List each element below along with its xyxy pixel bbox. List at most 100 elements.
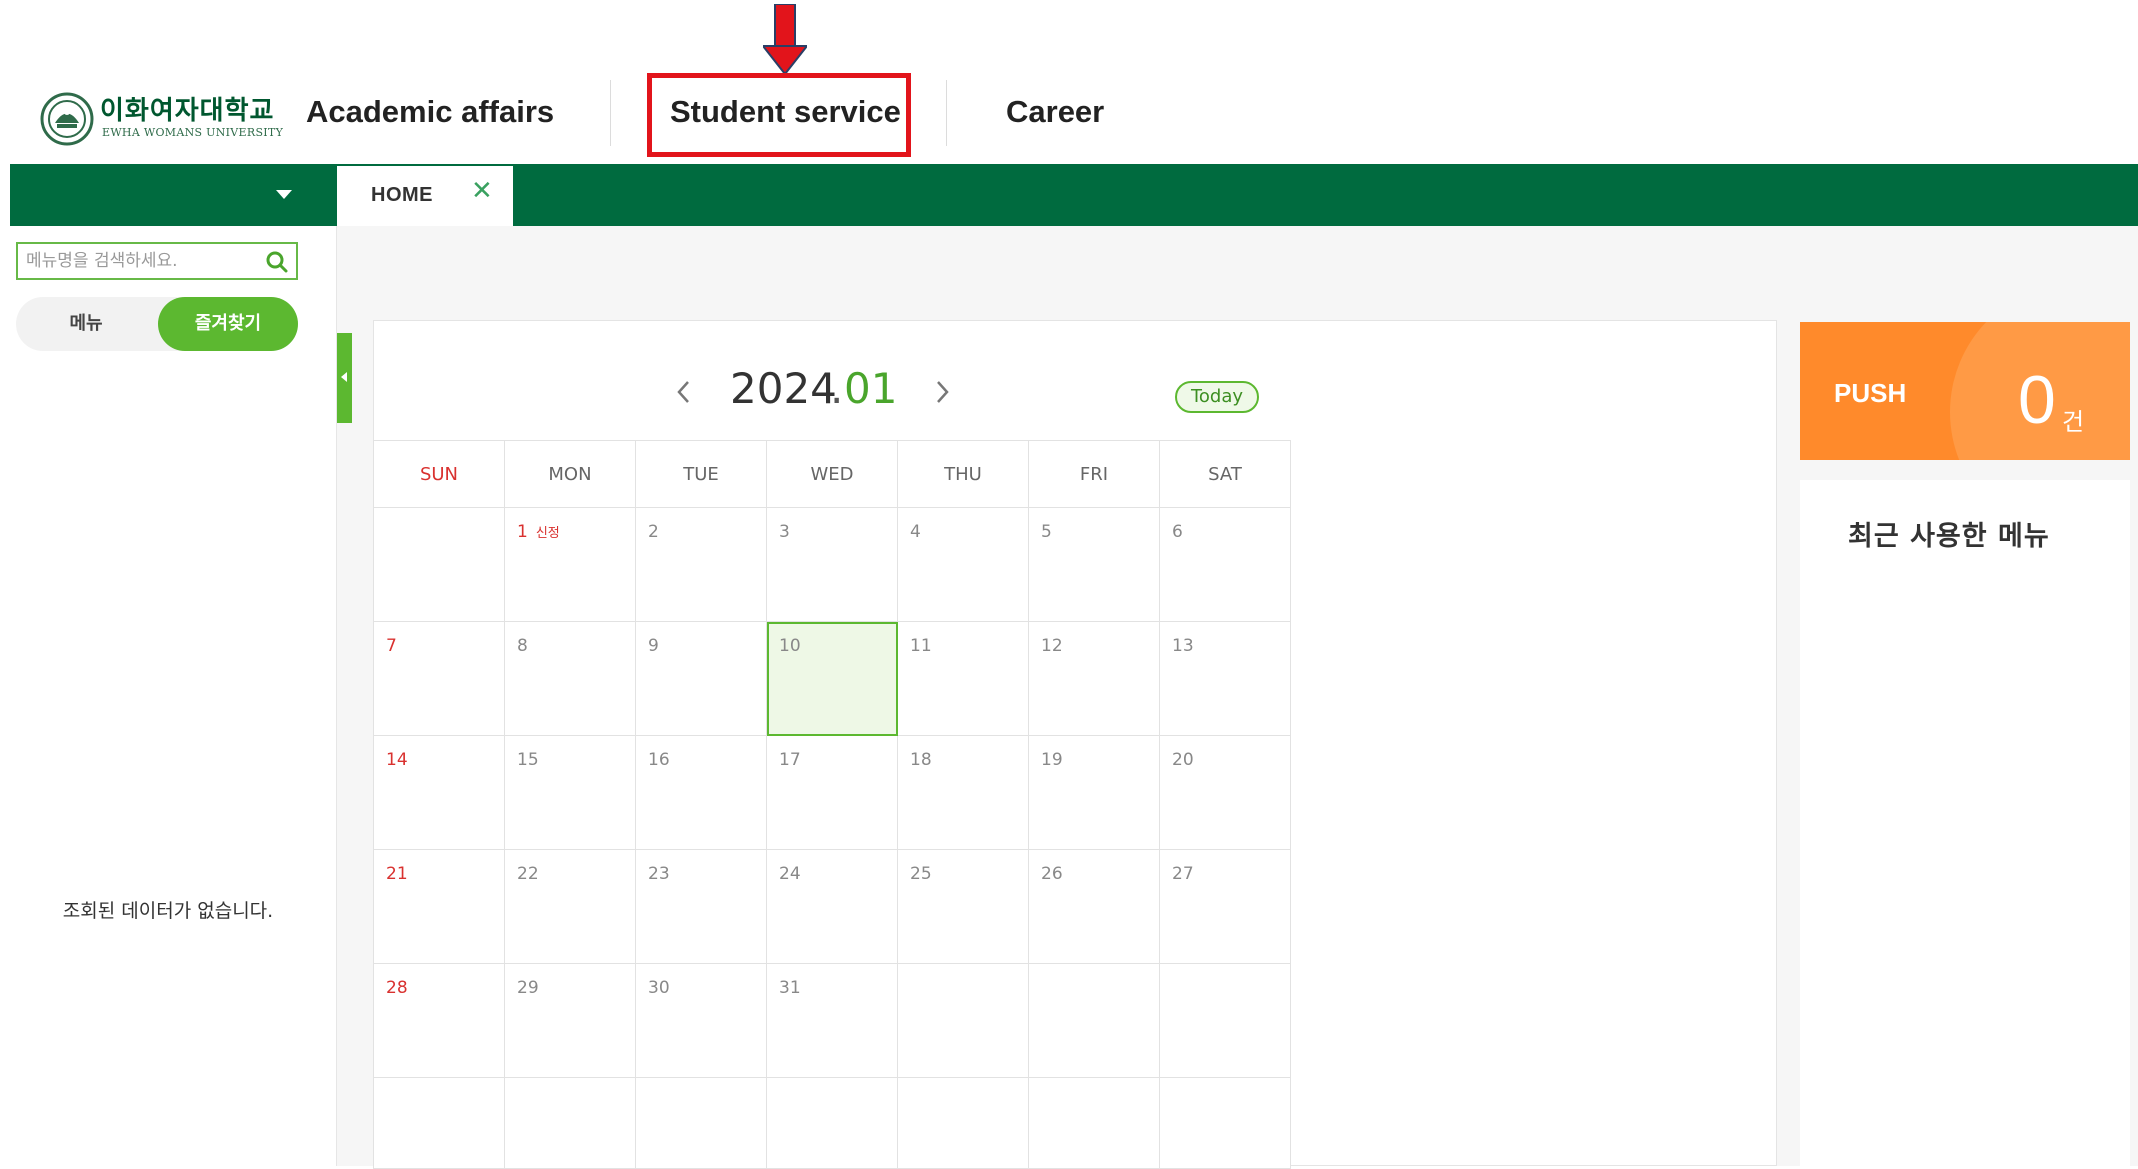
down-arrow-annotation-icon [763, 4, 807, 76]
calendar-day[interactable]: 21 [373, 849, 505, 964]
day-number: 2 [648, 522, 659, 542]
calendar-day[interactable]: 15 [504, 735, 636, 850]
day-number: 22 [517, 864, 539, 884]
nav-academic-affairs[interactable]: Academic affairs [306, 94, 554, 130]
calendar-day-empty [897, 963, 1029, 1078]
calendar-day[interactable]: 2 [635, 507, 767, 622]
push-count-unit: 건 [2062, 408, 2085, 436]
day-number: 20 [1172, 750, 1194, 770]
tab-home[interactable]: HOME ✕ [337, 166, 513, 226]
calendar-day[interactable]: 19 [1028, 735, 1160, 850]
day-number: 9 [648, 636, 659, 656]
day-number: 27 [1172, 864, 1194, 884]
sidebar [0, 226, 337, 1166]
day-number: 8 [517, 636, 528, 656]
empty-data-message: 조회된 데이터가 없습니다. [62, 900, 274, 922]
logo-korean-name: 이화여자대학교 [100, 96, 275, 126]
weekday-tue: TUE [635, 440, 767, 508]
day-number: 25 [910, 864, 932, 884]
day-number: 14 [386, 750, 408, 770]
caret-down-icon[interactable] [276, 190, 292, 199]
recent-menu-panel: 최근 사용한 메뉴 [1800, 480, 2130, 1166]
calendar-day[interactable]: 7 [373, 621, 505, 736]
calendar-grid: SUN MON TUE WED THU FRI SAT 1 신정 2 3 4 5 … [373, 440, 1291, 1169]
menu-search-box [16, 242, 298, 280]
day-number: 21 [386, 864, 408, 884]
calendar-day[interactable]: 11 [897, 621, 1029, 736]
day-number: 16 [648, 750, 670, 770]
calendar-day-empty [897, 1077, 1029, 1169]
calendar-day-empty [1159, 963, 1291, 1078]
calendar-day-empty [1028, 1077, 1160, 1169]
day-number: 1 [517, 522, 528, 542]
calendar-day[interactable]: 16 [635, 735, 767, 850]
day-number: 17 [779, 750, 801, 770]
calendar-day[interactable]: 14 [373, 735, 505, 850]
calendar-day[interactable]: 20 [1159, 735, 1291, 850]
weekday-header-row: SUN MON TUE WED THU FRI SAT [373, 440, 1291, 508]
day-number: 26 [1041, 864, 1063, 884]
day-number: 30 [648, 978, 670, 998]
chevron-right-icon[interactable] [930, 376, 954, 408]
calendar-separator: . [830, 364, 844, 413]
day-number: 29 [517, 978, 539, 998]
calendar-day[interactable]: 30 [635, 963, 767, 1078]
day-number: 11 [910, 636, 932, 656]
calendar-day[interactable]: 8 [504, 621, 636, 736]
chevron-left-icon[interactable] [672, 376, 696, 408]
calendar-day[interactable]: 27 [1159, 849, 1291, 964]
day-number: 3 [779, 522, 790, 542]
sidebar-collapse-handle[interactable] [337, 333, 352, 423]
calendar-day[interactable]: 17 [766, 735, 898, 850]
calendar-day-today[interactable]: 10 [766, 621, 898, 736]
calendar-day[interactable]: 9 [635, 621, 767, 736]
calendar-day[interactable]: 5 [1028, 507, 1160, 622]
weekday-thu: THU [897, 440, 1029, 508]
day-number: 6 [1172, 522, 1183, 542]
day-number: 28 [386, 978, 408, 998]
calendar-day[interactable]: 22 [504, 849, 636, 964]
toggle-menu-button[interactable]: 메뉴 [16, 297, 156, 351]
calendar-week-row: 7 8 9 10 11 12 13 [373, 621, 1291, 736]
calendar-day[interactable]: 26 [1028, 849, 1160, 964]
push-count: 0 [2018, 362, 2056, 438]
ewha-logo[interactable]: 이화여자대학교 EWHA WOMANS UNIVERSITY [40, 88, 284, 148]
holiday-label: 신정 [535, 526, 560, 541]
toggle-favorites-button[interactable]: 즐겨찾기 [158, 297, 298, 351]
calendar-day[interactable]: 18 [897, 735, 1029, 850]
calendar-day[interactable]: 25 [897, 849, 1029, 964]
calendar-day[interactable]: 1 신정 [504, 507, 636, 622]
day-number: 24 [779, 864, 801, 884]
close-icon[interactable]: ✕ [471, 178, 493, 204]
logo-english-name: EWHA WOMANS UNIVERSITY [102, 126, 284, 139]
calendar-day-empty [373, 1077, 505, 1169]
day-number: 31 [779, 978, 801, 998]
calendar-day[interactable]: 24 [766, 849, 898, 964]
calendar-day[interactable]: 3 [766, 507, 898, 622]
calendar-day[interactable]: 12 [1028, 621, 1160, 736]
nav-career[interactable]: Career [1006, 94, 1104, 130]
calendar-day[interactable]: 28 [373, 963, 505, 1078]
calendar-day-empty [1159, 1077, 1291, 1169]
day-number: 12 [1041, 636, 1063, 656]
calendar-week-row [373, 1077, 1291, 1169]
calendar-day[interactable]: 23 [635, 849, 767, 964]
calendar-day-empty [766, 1077, 898, 1169]
weekday-sat: SAT [1159, 440, 1291, 508]
calendar-day[interactable]: 13 [1159, 621, 1291, 736]
calendar-week-row: 14 15 16 17 18 19 20 [373, 735, 1291, 850]
ewha-emblem-icon [40, 92, 94, 146]
menu-search-input[interactable] [26, 248, 256, 274]
weekday-fri: FRI [1028, 440, 1160, 508]
today-button[interactable]: Today [1175, 381, 1259, 413]
push-notification-card[interactable]: PUSH 0 건 [1800, 322, 2130, 460]
calendar-day[interactable]: 31 [766, 963, 898, 1078]
calendar-day[interactable]: 4 [897, 507, 1029, 622]
calendar-day[interactable]: 29 [504, 963, 636, 1078]
calendar-day[interactable]: 6 [1159, 507, 1291, 622]
calendar-week-row: 28 29 30 31 [373, 963, 1291, 1078]
search-icon[interactable] [264, 249, 290, 275]
calendar-week-row: 21 22 23 24 25 26 27 [373, 849, 1291, 964]
weekday-wed: WED [766, 440, 898, 508]
day-number: 15 [517, 750, 539, 770]
